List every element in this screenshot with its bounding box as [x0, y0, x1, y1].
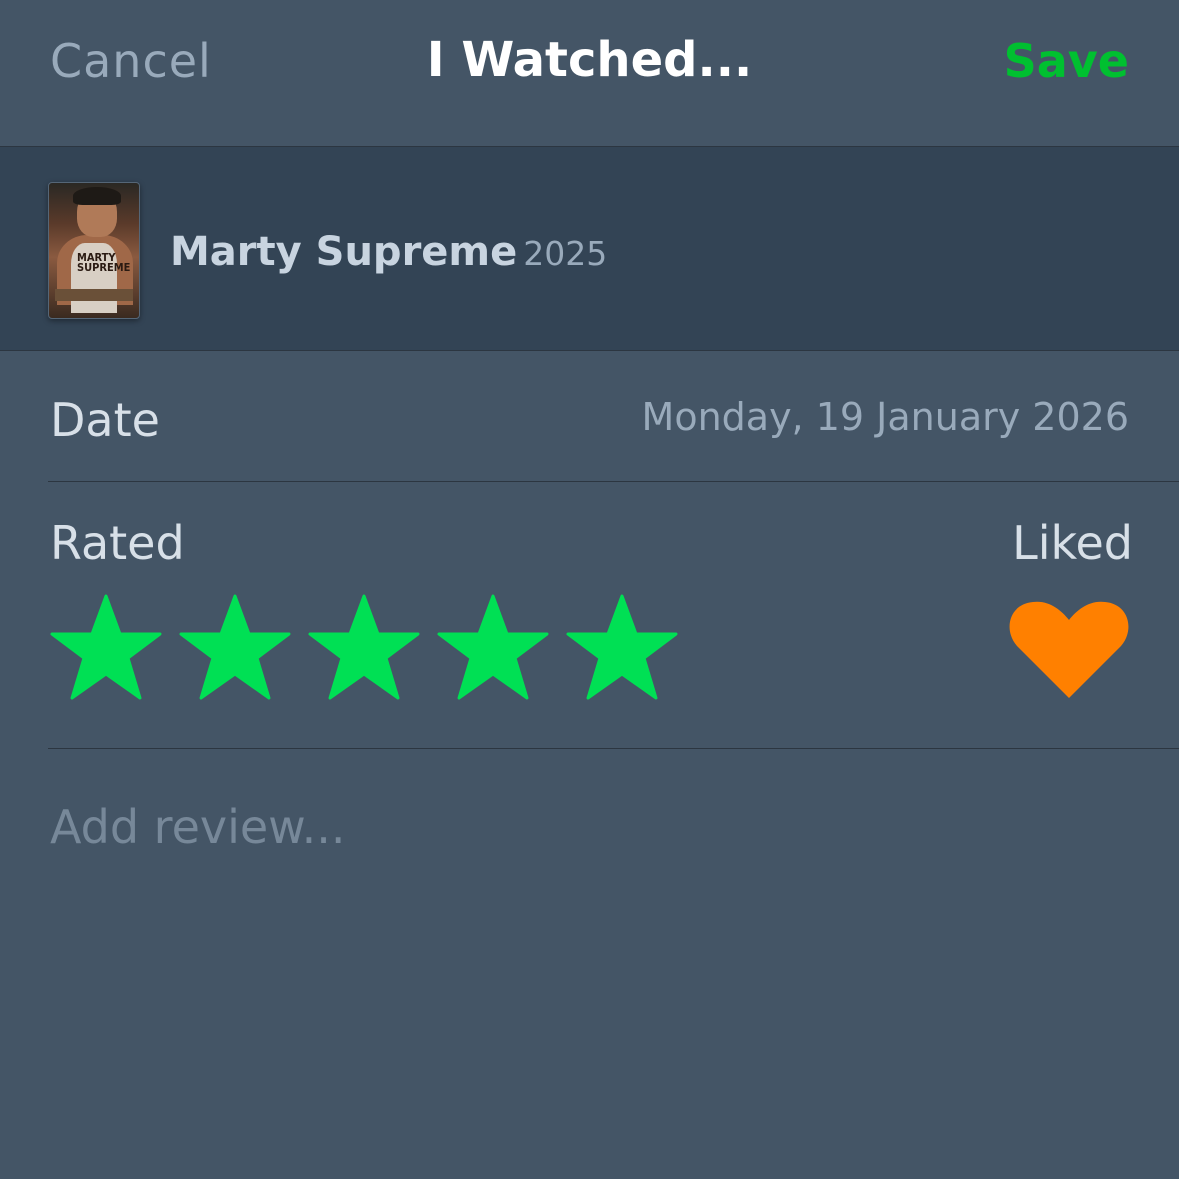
heart-shape — [1009, 601, 1129, 698]
star-2-icon[interactable] — [177, 592, 293, 704]
rating-row: Rated Liked — [48, 482, 1179, 749]
page-title: I Watched... — [426, 32, 753, 88]
film-title: Marty Supreme — [170, 229, 518, 275]
poster-title-text: MARTY SUPREME — [77, 251, 131, 274]
date-label: Date — [50, 393, 160, 447]
film-year: 2025 — [523, 234, 608, 273]
save-button[interactable]: Save — [1004, 34, 1129, 88]
rated-label: Rated — [50, 516, 185, 570]
film-poster: MARTY SUPREME — [48, 182, 140, 319]
star-5-icon[interactable] — [564, 592, 680, 704]
heart-icon[interactable] — [1007, 600, 1131, 700]
star-1-icon[interactable] — [48, 592, 164, 704]
navigation-bar: Cancel I Watched... Save — [0, 0, 1179, 147]
star-rating[interactable] — [48, 592, 693, 704]
star-3-icon[interactable] — [306, 592, 422, 704]
date-value[interactable]: Monday, 19 January 2026 — [642, 395, 1129, 439]
film-summary: MARTY SUPREME Marty Supreme 2025 — [0, 147, 1179, 351]
date-row[interactable]: Date Monday, 19 January 2026 — [48, 351, 1179, 482]
liked-label: Liked — [1012, 516, 1133, 570]
review-input[interactable]: Add review... — [50, 800, 1130, 860]
film-title-line: Marty Supreme 2025 — [170, 229, 607, 275]
poster-figure-hair — [73, 187, 121, 205]
poster-credits-band — [55, 289, 133, 301]
star-4-icon[interactable] — [435, 592, 551, 704]
